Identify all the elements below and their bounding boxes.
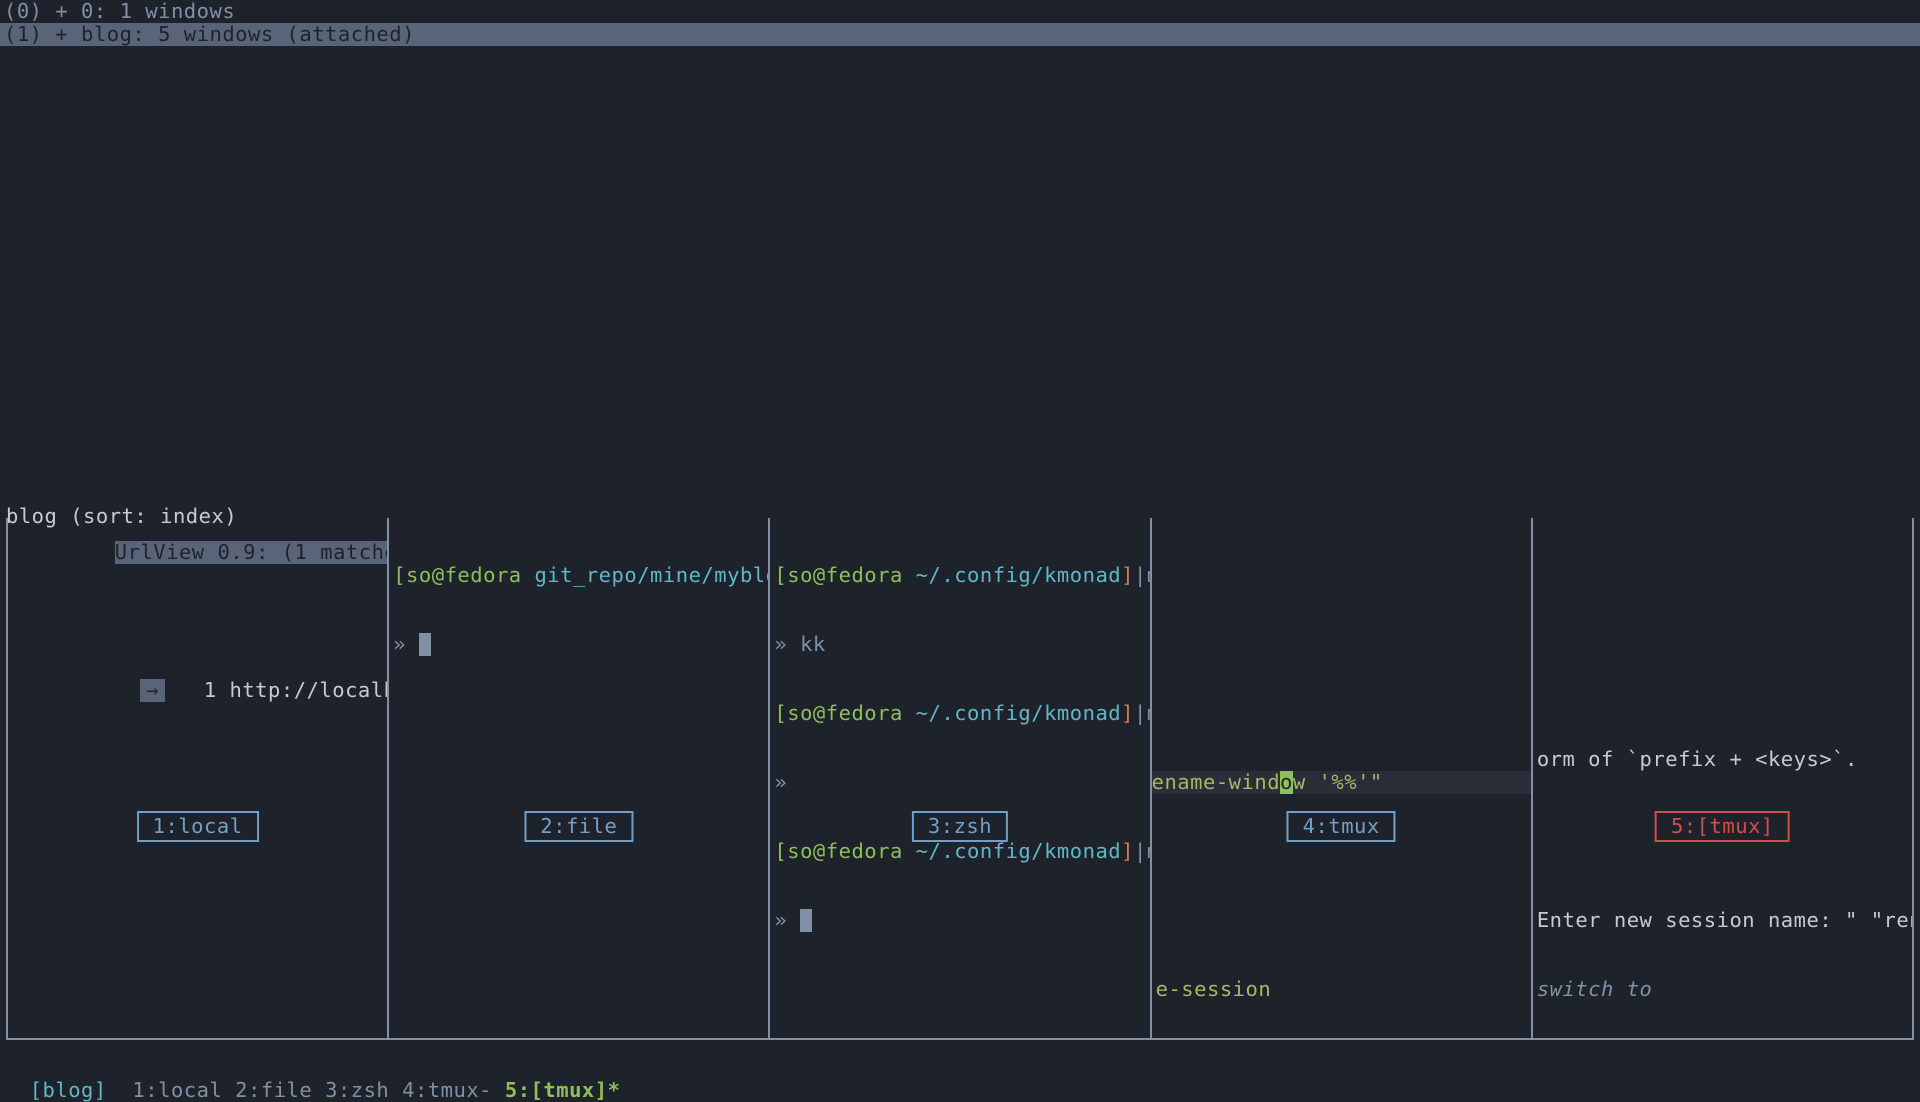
tmux-status-bar: [blog] 1:local 2:file 3:zsh 4:tmux- 5:[t…: [0, 1056, 1920, 1080]
pane-label-5: 5:[tmux]: [1655, 811, 1790, 842]
text-line: Enter new session name: " "renam: [1533, 909, 1912, 932]
urlview-header: UrlView 0.9: (1 matches) Press: [115, 541, 387, 564]
pane-label-3: 3:zsh: [912, 811, 1008, 842]
status-session-name: [blog]: [30, 1078, 107, 1102]
status-active-window[interactable]: 5:[tmux]*: [505, 1078, 621, 1102]
pane-1-local[interactable]: UrlView 0.9: (1 matches) Press → 1 http:…: [8, 518, 387, 1038]
arrow-icon: →: [140, 679, 165, 702]
text-line: orm of `prefix + <keys>`.: [1533, 748, 1912, 771]
pane-label-2: 2:file: [524, 811, 633, 842]
session-list: (0) + 0: 1 windows (1) + blog: 5 windows…: [0, 0, 1920, 46]
code-row-2: e-session: [1152, 978, 1531, 1001]
pane-3-zsh[interactable]: [so@fedora ~/.config/kmonad]|m » kk [so@…: [768, 518, 1149, 1038]
prompt-input[interactable]: »: [393, 633, 764, 656]
pane-label-1: 1:local: [137, 811, 259, 842]
pane-4-tmux[interactable]: ename-window '%%'" e-session 4:tmux: [1150, 518, 1531, 1038]
session-row-1[interactable]: (1) + blog: 5 windows (attached): [0, 23, 1920, 46]
pane-2-file[interactable]: [so@fedora git_repo/mine/myblo » 2:file: [387, 518, 768, 1038]
pane-5-tmux-active[interactable]: orm of `prefix + <keys>`. Enter new sess…: [1531, 518, 1912, 1038]
status-window-list[interactable]: 1:local 2:file 3:zsh 4:tmux-: [107, 1078, 505, 1102]
prompt-line: [so@fedora git_repo/mine/myblo: [393, 564, 764, 587]
session-row-0[interactable]: (0) + 0: 1 windows: [0, 0, 1920, 23]
prompt-input[interactable]: »: [774, 909, 1145, 932]
comment-line: switch to: [1533, 978, 1912, 1001]
code-row: ename-window '%%'": [1152, 771, 1531, 794]
preview-frame: UrlView 0.9: (1 matches) Press → 1 http:…: [6, 518, 1914, 1040]
urlview-entry[interactable]: → 1 http://localhost:1313/: [12, 656, 383, 725]
pane-label-4: 4:tmux: [1287, 811, 1396, 842]
